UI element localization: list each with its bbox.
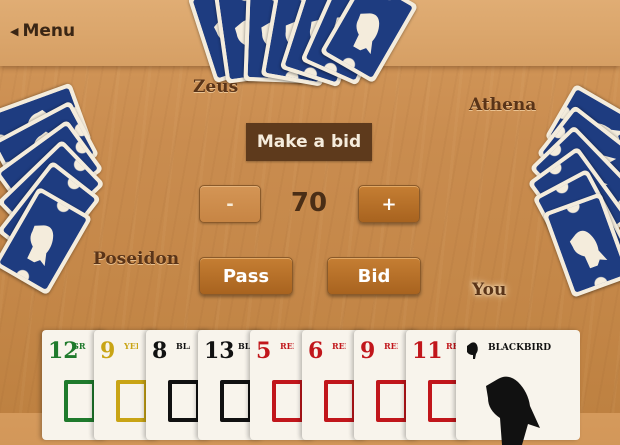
card-rank-mark — [376, 380, 408, 422]
card-name: RED — [384, 341, 398, 351]
bid-button[interactable]: Bid — [327, 257, 421, 295]
raven-silhouette-icon — [486, 376, 540, 445]
menu-button[interactable]: ◀ Menu — [10, 18, 75, 44]
card-name: RED — [332, 341, 346, 351]
card-number: 13 — [204, 338, 235, 364]
player-name-athena: Athena — [469, 95, 537, 115]
card-number: 5 — [256, 338, 272, 364]
bid-prompt: Make a bid — [246, 123, 372, 161]
pass-button[interactable]: Pass — [199, 257, 293, 295]
card-name: BLACKBIRD — [488, 343, 552, 353]
card-rank-mark — [116, 380, 148, 422]
bid-value: 70 — [290, 188, 328, 218]
card-number: 11 — [412, 338, 443, 364]
card-rank-mark — [272, 380, 304, 422]
card-rank-mark — [64, 380, 96, 422]
player-name-you: You — [472, 280, 507, 300]
card-number: 9 — [360, 338, 376, 364]
increase-bid-button[interactable]: + — [358, 185, 420, 223]
player-name-poseidon: Poseidon — [93, 249, 180, 269]
card-rank-mark — [324, 380, 356, 422]
card-name: BLACK — [176, 341, 190, 351]
menu-label: Menu — [22, 21, 76, 41]
card-number: 6 — [308, 338, 324, 364]
bird-silhouette-icon — [569, 230, 608, 269]
card-name: RED — [280, 341, 294, 351]
raven-icon — [467, 342, 478, 359]
card-rank-mark — [168, 380, 200, 422]
bird-silhouette-icon — [353, 13, 380, 55]
chevron-left-icon: ◀ — [10, 24, 19, 38]
card-name: GREEN — [72, 341, 86, 351]
player-name-zeus: Zeus — [193, 77, 239, 97]
hand-card-blackbird[interactable]: BLACKBIRD — [456, 330, 580, 445]
card-number: 9 — [100, 338, 116, 364]
bird-silhouette-icon — [27, 225, 54, 267]
card-name: YELLOW — [124, 341, 138, 351]
card-rank-mark — [220, 380, 252, 422]
decrease-bid-button[interactable]: - — [199, 185, 261, 223]
card-number: 8 — [152, 338, 168, 364]
